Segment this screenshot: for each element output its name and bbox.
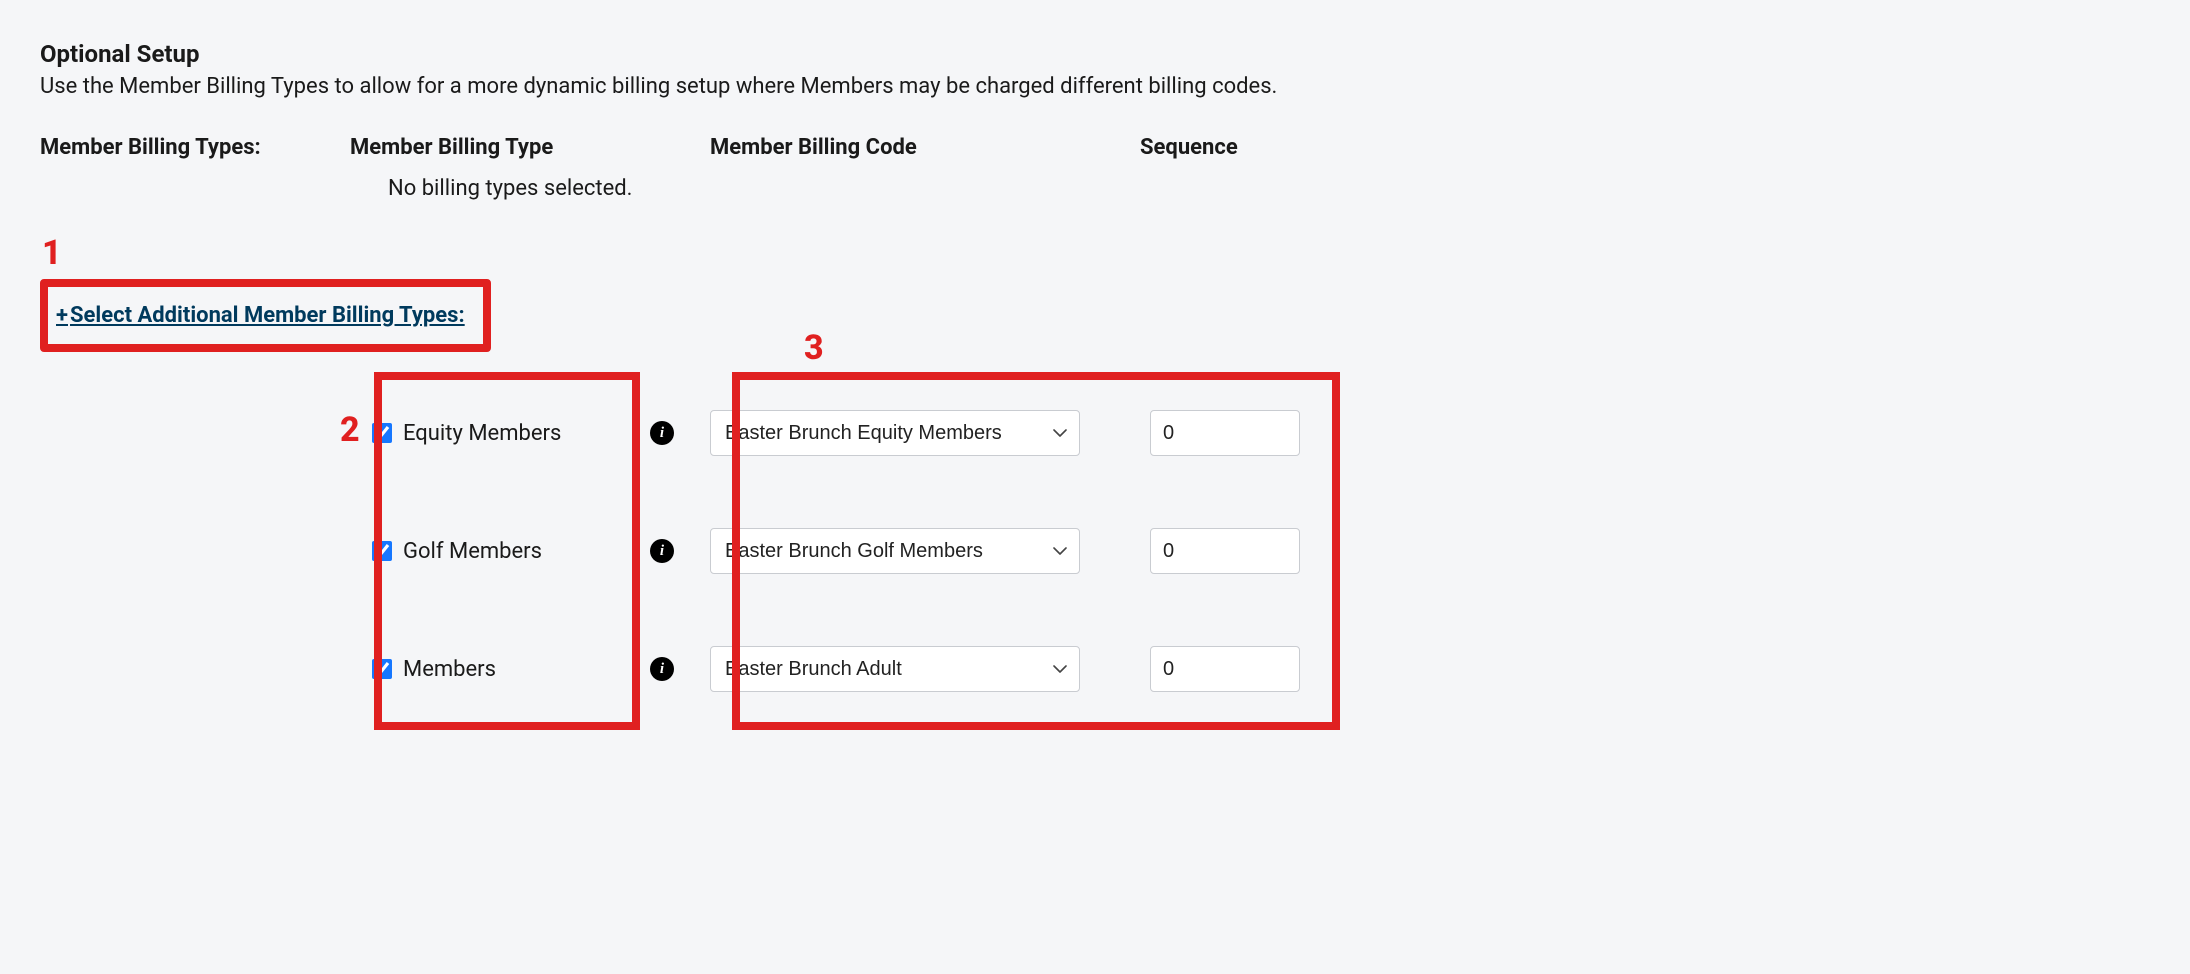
optional-setup-panel: Optional Setup Use the Member Billing Ty… [0, 0, 2190, 788]
billing-type-checkbox[interactable] [372, 659, 392, 679]
billing-type-row[interactable]: Golf Members [350, 538, 542, 564]
section-description: Use the Member Billing Types to allow fo… [40, 74, 2150, 99]
annotation-3: 3 [804, 328, 824, 368]
plus-icon: + [56, 303, 68, 328]
select-additional-wrap: 1 +Select Additional Member Billing Type… [40, 279, 491, 352]
select-additional-billing-types-link[interactable]: +Select Additional Member Billing Types: [48, 287, 483, 344]
annotation-1: 1 [42, 233, 62, 273]
section-title: Optional Setup [40, 40, 2150, 68]
billing-type-row[interactable]: Members [350, 656, 496, 682]
billing-type-row[interactable]: Equity Members [350, 420, 561, 446]
billing-types-rows: 2 3 Equity Members i Easter Brunch Equit… [40, 374, 2150, 728]
billing-type-checkbox[interactable] [372, 541, 392, 561]
header-member-billing-code: Member Billing Code [710, 135, 1120, 172]
sequence-input[interactable] [1150, 410, 1300, 456]
billing-type-label: Golf Members [403, 539, 542, 564]
billing-code-select[interactable]: Easter Brunch Adult [710, 646, 1080, 692]
billing-code-select[interactable]: Easter Brunch Golf Members [710, 528, 1080, 574]
info-icon[interactable]: i [650, 539, 674, 563]
billing-code-select[interactable]: Easter Brunch Equity Members [710, 410, 1080, 456]
billing-type-checkbox[interactable] [372, 423, 392, 443]
header-member-billing-type: Member Billing Type [350, 135, 650, 172]
header-sequence: Sequence [1120, 135, 1310, 172]
billing-types-header-row: Member Billing Types: Member Billing Typ… [40, 135, 2150, 201]
billing-type-label: Members [403, 657, 496, 682]
info-icon[interactable]: i [650, 657, 674, 681]
header-member-billing-types: Member Billing Types: [40, 135, 350, 172]
info-icon[interactable]: i [650, 421, 674, 445]
no-billing-types-message: No billing types selected. [350, 172, 650, 201]
sequence-input[interactable] [1150, 646, 1300, 692]
sequence-input[interactable] [1150, 528, 1300, 574]
select-additional-label: Select Additional Member Billing Types: [70, 303, 465, 328]
billing-type-label: Equity Members [403, 421, 561, 446]
